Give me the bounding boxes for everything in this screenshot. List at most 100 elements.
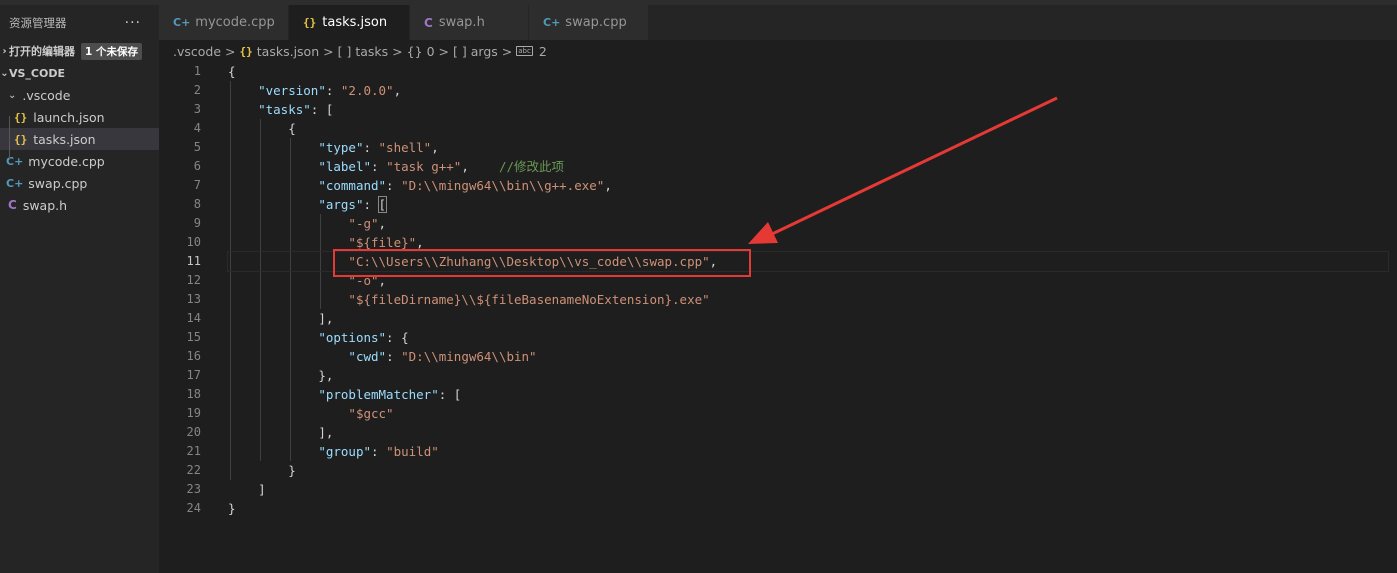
annotation-highlight-box [333,249,751,277]
folder-vscode[interactable]: ⌄ .vscode [0,84,159,106]
code-line: "$gcc" [228,404,1388,423]
line-number: 21 [186,444,201,458]
json-key: "problemMatcher" [318,387,439,402]
code-line: "cwd": "D:\\mingw64\\bin" [348,349,537,364]
json-string: "${fileDirname}\\${fileBasenameNoExtensi… [348,292,710,307]
editor-tabs: C+ mycode.cpp {} tasks.json C swap.h C+ … [159,5,1397,40]
line-number: 13 [186,292,201,306]
code-line: { [228,62,1388,81]
open-editors-section[interactable]: › 打开的编辑器 1 个未保存 [0,40,159,62]
json-key: "label" [318,159,371,174]
line-number: 10 [186,235,201,249]
tab-swap-cpp[interactable]: C+ swap.cpp [529,5,649,40]
json-file-icon: {} [14,110,28,124]
breadcrumb-item[interactable]: args [471,44,498,59]
string-value-icon: abc [516,46,533,56]
code-line: }, [228,366,1388,385]
token: ] [258,482,266,497]
file-label: launch.json [33,109,105,125]
file-label: mycode.cpp [28,153,105,169]
code-line: "command": "D:\\mingw64\\bin\\g++.exe", [318,178,612,193]
chevron-down-icon: ⌄ [8,89,17,101]
ellipsis-icon[interactable]: ··· [125,15,141,31]
breadcrumb-item[interactable]: .vscode [173,44,221,59]
line-number: 15 [186,330,201,344]
open-editors-label: 打开的编辑器 [9,45,75,58]
line-number: 2 [193,83,201,97]
code-line: "${fileDirname}\\${fileBasenameNoExtensi… [228,290,1388,309]
file-tasks-json[interactable]: {} tasks.json [0,128,159,150]
line-number: 7 [193,178,201,192]
file-label: swap.h [22,197,68,213]
cpp-file-icon: C+ [173,16,191,29]
unsaved-badge: 1 个未保存 [81,42,142,60]
code-line: "problemMatcher": [ [318,387,462,402]
code-line: "type": "shell", [318,140,439,155]
tab-swap-h[interactable]: C swap.h [410,5,529,40]
json-key: "options" [318,330,387,345]
breadcrumb-item[interactable]: 0 [427,44,435,59]
line-number: 8 [193,197,201,211]
tab-mycode-cpp[interactable]: C+ mycode.cpp [159,5,289,40]
file-swap-cpp[interactable]: C+ swap.cpp [0,172,159,194]
workspace-label: VS_CODE [9,66,66,80]
cpp-file-icon: C+ [6,176,24,190]
line-number: 1 [193,64,201,78]
json-string: "D:\\mingw64\\bin\\g++.exe" [401,178,605,193]
json-string: "task g++" [386,159,462,174]
chevron-right-icon: > [392,43,403,59]
code-line: "version": "2.0.0", [258,83,402,98]
line-number: 18 [186,387,201,401]
line-number: 19 [186,406,201,420]
tab-tasks-json[interactable]: {} tasks.json [289,5,410,40]
chevron-right-icon: > [501,43,513,59]
line-number: 14 [186,311,201,325]
code-line: } [228,461,1388,480]
code-line: ], [228,309,1388,328]
header-file-icon: C [424,15,433,30]
code-line: "args": [ [318,196,388,213]
json-file-icon: {} [303,16,317,29]
breadcrumb-item[interactable]: tasks [355,44,388,59]
code-editor[interactable]: 1 2 3 4 5 6 7 8 9 10 11 12 13 14 15 16 1… [159,62,1397,573]
code-line: "tasks": [ [258,102,334,117]
breadcrumb: .vscode > {} tasks.json > [ ] tasks > {}… [159,40,1397,62]
breadcrumb-item[interactable]: tasks.json [257,44,319,59]
code-lines[interactable]: { "version": "2.0.0", "tasks": [ { "type… [227,62,1389,518]
array-icon: [ ] [337,43,352,59]
line-number: 6 [193,159,201,173]
workspace-section[interactable]: ⌄ VS_CODE [0,62,159,84]
json-key: "tasks" [258,102,311,117]
line-number: 16 [186,349,201,363]
json-string: "shell" [378,140,432,155]
json-string: "$gcc" [348,406,394,421]
line-number: 24 [186,501,201,515]
json-key: "command" [318,178,387,193]
line-number: 20 [186,425,201,439]
token: { [288,121,296,136]
json-key: "cwd" [348,349,387,364]
code-line: "options": { [318,330,409,345]
code-line: "-g", [348,216,387,231]
chevron-right-icon: > [225,43,236,59]
breadcrumb-item[interactable]: 2 [539,44,547,59]
object-icon: {} [406,43,423,59]
file-mycode-cpp[interactable]: C+ mycode.cpp [0,150,159,172]
code-line: ], [228,423,1388,442]
chevron-right-icon: > [323,43,334,59]
bracket-match: [ [377,196,388,213]
explorer-sidebar: 资源管理器 ··· › 打开的编辑器 1 个未保存 ⌄ VS_CODE ⌄ .v… [0,5,159,573]
token: { [228,64,236,79]
explorer-header: 资源管理器 ··· [0,5,159,40]
chevron-down-icon: ⌄ [0,67,9,79]
code-line: ] [228,480,1388,499]
tab-label: swap.h [438,15,485,30]
json-file-icon: {} [239,44,253,58]
tree-indent-guide [9,116,10,160]
file-swap-h[interactable]: C swap.h [0,194,159,216]
tab-label: swap.cpp [565,15,627,30]
cpp-file-icon: C+ [543,16,561,29]
code-comment: //修改此项 [498,159,565,174]
tab-label: mycode.cpp [195,15,275,30]
file-launch-json[interactable]: {} launch.json [0,106,159,128]
